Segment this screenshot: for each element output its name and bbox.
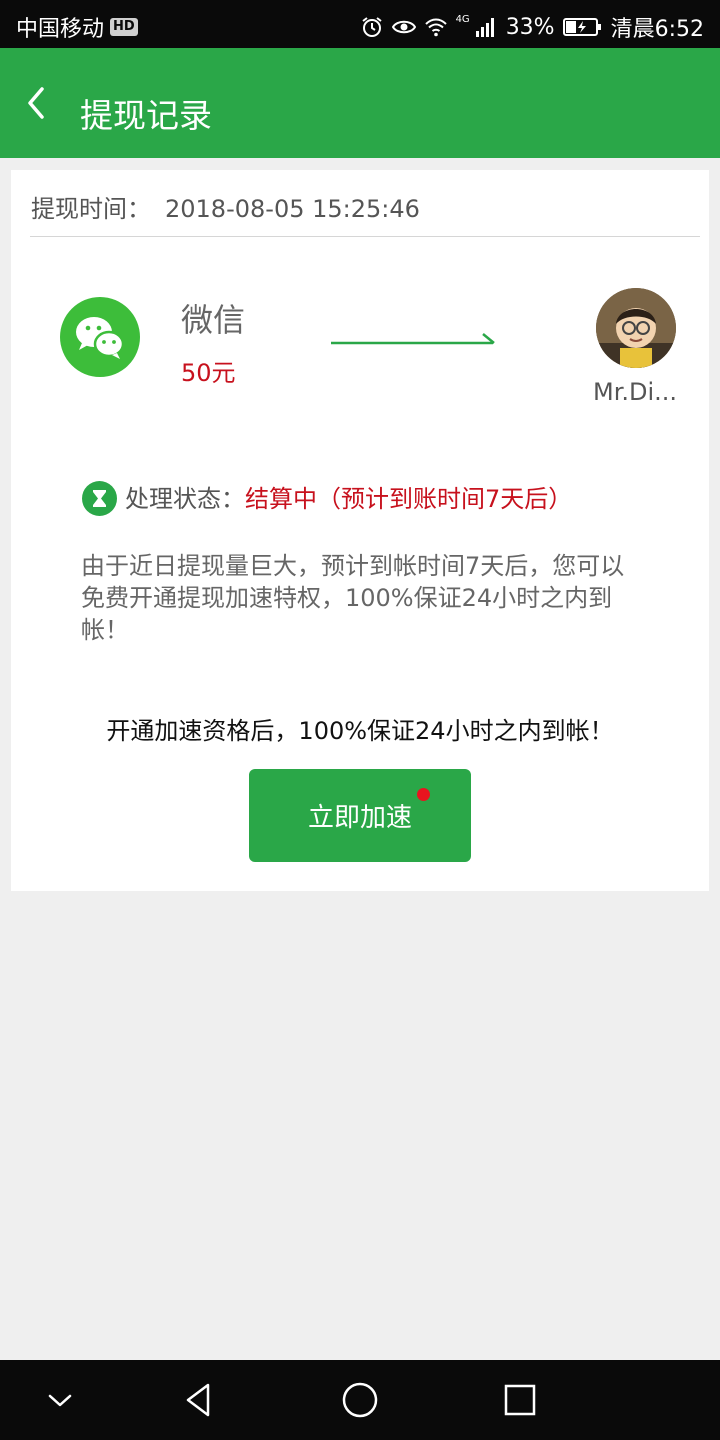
withdraw-time-value: 2018-08-05 15:25:46	[165, 195, 420, 223]
back-triangle-icon[interactable]	[178, 1378, 222, 1422]
channel-name: 微信	[181, 301, 246, 339]
eye-icon	[391, 20, 416, 34]
status-label: 处理状态：	[125, 484, 245, 513]
withdraw-time-label: 提现时间：	[31, 195, 151, 223]
battery-charging-icon	[562, 18, 601, 36]
notification-dot	[417, 788, 430, 801]
clock: 清晨6:52	[610, 17, 704, 42]
hd-badge: HD	[110, 18, 138, 36]
status-bar: 中国移动 HD 4G 33% 清晨6:52	[0, 0, 720, 48]
processing-status-row: 处理状态： 结算中（预计到账时间7天后）	[82, 481, 572, 516]
speed-up-button[interactable]: 立即加速	[249, 769, 471, 862]
carrier-name: 中国移动	[16, 17, 105, 42]
delay-notice-text: 由于近日提现量巨大，预计到帐时间7天后，您可以免费开通提现加速特权，100%保证…	[81, 552, 625, 644]
divider	[30, 236, 700, 237]
withdraw-record-card: 提现时间： 2018-08-05 15:25:46 微信 50元 Mr.Di..…	[11, 170, 709, 891]
battery-percent: 33%	[505, 14, 555, 40]
hourglass-icon	[82, 481, 117, 516]
signal-icon	[475, 18, 494, 37]
promo-text: 开通加速资格后，100%保证24小时之内到帐！	[106, 717, 614, 745]
status-value: 结算中（预计到账时间7天后）	[245, 484, 573, 513]
withdraw-time-row: 提现时间： 2018-08-05 15:25:46	[31, 194, 420, 224]
chevron-left-icon	[28, 87, 44, 119]
payee-avatar	[596, 288, 676, 368]
network-type: 4G	[455, 13, 470, 25]
cartoon-avatar-icon	[596, 288, 676, 368]
page-title: 提现记录	[80, 96, 212, 135]
recents-square-icon[interactable]	[498, 1378, 542, 1422]
home-circle-icon[interactable]	[338, 1378, 382, 1422]
arrow-right-icon	[331, 333, 495, 345]
system-nav-bar	[0, 1360, 720, 1440]
wifi-icon	[424, 18, 447, 37]
withdraw-amount: 50元	[181, 359, 236, 387]
speed-up-button-label: 立即加速	[307, 803, 412, 833]
chevron-down-icon[interactable]	[38, 1378, 82, 1422]
alarm-icon	[361, 17, 382, 37]
wechat-logo-icon	[60, 297, 140, 377]
back-button[interactable]	[20, 83, 60, 123]
status-right: 4G 33% 清晨6:52	[360, 11, 704, 43]
app-header: 提现记录	[0, 48, 720, 158]
payee-name: Mr.Di...	[593, 378, 678, 406]
status-left: 中国移动 HD	[16, 11, 138, 43]
